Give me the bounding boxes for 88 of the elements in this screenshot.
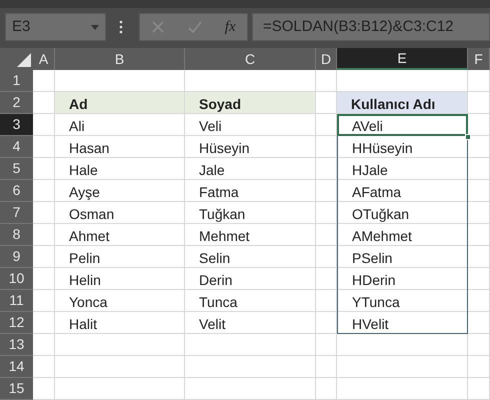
table-cell[interactable]: Mehmet [185, 224, 316, 246]
cell-value: Ahmet [69, 227, 110, 246]
table-cell[interactable]: Hüseyin [185, 136, 316, 158]
table-cell[interactable]: Derin [185, 268, 316, 290]
table-cell[interactable]: HHüseyin [337, 136, 468, 158]
column-header[interactable]: A [33, 48, 55, 70]
cell-value: Hüseyin [199, 139, 250, 158]
column-header[interactable]: C [185, 48, 316, 70]
table-cell[interactable]: Hasan [55, 136, 185, 158]
row-header[interactable]: 3 [0, 114, 33, 136]
row-header[interactable]: 10 [0, 268, 33, 290]
cell-value: Helin [69, 271, 101, 290]
cell-value: HJale [352, 161, 388, 180]
cell-value: HHüseyin [352, 139, 413, 158]
cell-value: Hasan [69, 139, 110, 158]
cell-value: Yonca [69, 293, 108, 312]
cell-value: Ali [69, 117, 85, 136]
row-header[interactable]: 6 [0, 180, 33, 202]
column-title: Soyad [199, 95, 242, 114]
select-all-icon[interactable] [17, 53, 31, 67]
cell-value: Veli [199, 117, 222, 136]
column-title: Kullanıcı Adı [351, 95, 436, 114]
table-cell[interactable]: Helin [55, 268, 185, 290]
cell-value: AVeli [352, 117, 383, 136]
cell-value: Osman [69, 205, 114, 224]
row-header[interactable]: 4 [0, 136, 33, 158]
row-header[interactable]: 12 [0, 312, 33, 334]
fill-handle[interactable] [465, 134, 471, 140]
cell-value: OTuğkan [352, 205, 410, 224]
cell-value: Velit [199, 315, 226, 334]
table-cell[interactable]: Tunca [185, 290, 316, 312]
cell-value: HDerin [352, 271, 396, 290]
cell-value: Jale [199, 161, 225, 180]
row-header[interactable]: 7 [0, 202, 33, 224]
table-cell[interactable]: Veli [185, 114, 316, 136]
table-cell[interactable]: OTuğkan [337, 202, 468, 224]
cell-value: AFatma [352, 183, 402, 202]
cell-value: HVelit [352, 315, 389, 334]
table-cell[interactable]: Halit [55, 312, 185, 334]
row-header[interactable]: 1 [0, 70, 33, 92]
table-cell[interactable]: Selin [185, 246, 316, 268]
cell-value: PSelin [352, 249, 392, 268]
cell-reference: E3 [12, 16, 30, 37]
cell-value: Fatma [199, 183, 239, 202]
cell-value: YTunca [352, 293, 400, 312]
dropdown-icon[interactable] [91, 24, 99, 30]
table-cell[interactable]: AMehmet [337, 224, 468, 246]
column-header[interactable]: D [316, 48, 337, 70]
row-header[interactable]: 2 [0, 92, 33, 114]
table-cell[interactable]: PSelin [337, 246, 468, 268]
cell-value: Derin [199, 271, 232, 290]
cell-value: Tunca [199, 293, 238, 312]
table-cell[interactable]: HDerin [337, 268, 468, 290]
table-cell[interactable]: YTunca [337, 290, 468, 312]
table-cell[interactable]: HVelit [337, 312, 468, 334]
row-header[interactable]: 13 [0, 334, 33, 356]
table-cell[interactable]: Velit [185, 312, 316, 334]
row-header[interactable]: 8 [0, 224, 33, 246]
cell-value: Mehmet [199, 227, 250, 246]
table-cell[interactable]: Jale [185, 158, 316, 180]
row-header[interactable]: 11 [0, 290, 33, 312]
column-header[interactable]: B [55, 48, 185, 70]
table-cell[interactable]: Ahmet [55, 224, 185, 246]
row-header[interactable]: 15 [0, 378, 33, 400]
cell-value: Selin [199, 249, 230, 268]
table-cell[interactable]: Ali [55, 114, 185, 136]
table-cell[interactable]: AFatma [337, 180, 468, 202]
table-cell[interactable]: Osman [55, 202, 185, 224]
cell-value: Pelin [69, 249, 100, 268]
cell-value: Halit [69, 315, 98, 334]
table-cell[interactable]: Pelin [55, 246, 185, 268]
table-cell[interactable]: Ayşe [55, 180, 185, 202]
column-title: Ad [69, 95, 88, 114]
row-header[interactable]: 14 [0, 356, 33, 378]
column-header[interactable]: F [468, 48, 490, 70]
selected-cell[interactable]: AVeli [337, 114, 468, 136]
table-cell[interactable]: Fatma [185, 180, 316, 202]
table-cell[interactable]: HJale [337, 158, 468, 180]
table-cell[interactable]: Tuğkan [185, 202, 316, 224]
row-header[interactable]: 5 [0, 158, 33, 180]
column-header[interactable]: E [337, 48, 468, 70]
cell-value: AMehmet [352, 227, 412, 246]
cell-value: Tuğkan [199, 205, 246, 224]
row-header[interactable]: 9 [0, 246, 33, 268]
table-cell[interactable]: Hale [55, 158, 185, 180]
table-cell[interactable]: Yonca [55, 290, 185, 312]
cell-value: Hale [69, 161, 98, 180]
cell-value: Ayşe [69, 183, 100, 202]
